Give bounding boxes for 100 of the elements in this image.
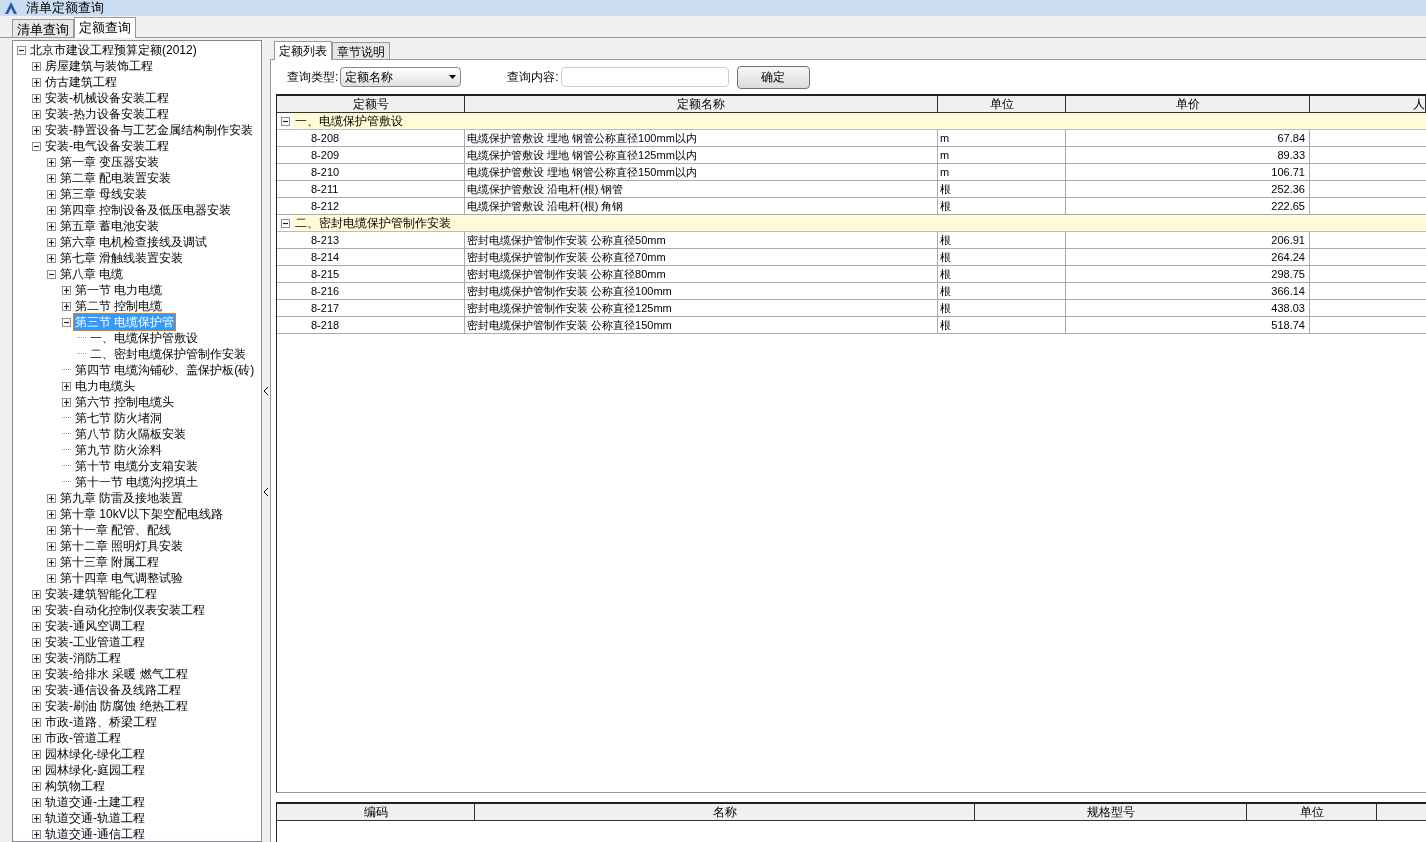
expand-icon[interactable] [32,701,41,711]
tree-item[interactable]: 安装-消防工程 [44,650,122,666]
tree-item[interactable]: 第九章 防雷及接地装置 [59,490,185,506]
collapse-icon[interactable] [32,141,41,151]
tree-item[interactable]: 一、电缆保护管敷设 [89,330,199,346]
expand-icon[interactable] [32,685,41,695]
tree-item[interactable]: 第十一节 电缆沟挖填土 [74,474,200,490]
column-header[interactable]: 单位 [1247,804,1377,820]
expand-icon[interactable] [32,797,41,807]
tree-item[interactable]: 市政-道路、桥梁工程 [44,714,158,730]
expand-icon[interactable] [32,717,41,727]
collapse-left-icon[interactable] [263,386,269,395]
collapse-icon[interactable] [47,269,56,279]
tree-item[interactable]: 安装-给排水 采暖 燃气工程 [44,666,189,682]
expand-icon[interactable] [47,573,56,583]
tree-item[interactable]: 第八节 防火隔板安装 [74,426,188,442]
expand-icon[interactable] [62,381,71,391]
expand-icon[interactable] [47,557,56,567]
expand-icon[interactable] [32,605,41,615]
search-field[interactable] [560,67,729,87]
tree-item[interactable]: 安装-刷油 防腐蚀 绝热工程 [44,698,189,714]
expand-icon[interactable] [32,109,41,119]
tree-item[interactable]: 安装-热力设备安装工程 [44,106,170,122]
tree-item[interactable]: 第二章 配电装置安装 [59,170,173,186]
expand-icon[interactable] [32,125,41,135]
tree-item[interactable]: 房屋建筑与装饰工程 [44,58,154,74]
expand-icon[interactable] [62,301,71,311]
collapse-icon[interactable] [62,317,71,327]
tab[interactable]: 定额列表 [274,41,332,60]
column-header[interactable]: 单价 [1066,96,1310,112]
expand-icon[interactable] [47,173,56,183]
tree-item[interactable]: 北京市建设工程预算定额(2012) [29,42,198,58]
expand-icon[interactable] [47,253,56,263]
tree-item[interactable]: 轨道交通-轨道工程 [44,810,146,826]
tree-item[interactable]: 第五章 蓄电池安装 [59,218,161,234]
expand-icon[interactable] [32,765,41,775]
expand-icon[interactable] [32,77,41,87]
expand-icon[interactable] [47,541,56,551]
tree-item[interactable]: 安装-自动化控制仪表安装工程 [44,602,206,618]
expand-icon[interactable] [32,93,41,103]
tree-item[interactable]: 仿古建筑工程 [44,74,118,90]
collapse-icon[interactable] [280,218,290,228]
tree-item[interactable]: 园林绿化-庭园工程 [44,762,146,778]
expand-icon[interactable] [47,157,56,167]
tree-item[interactable]: 第十二章 照明灯具安装 [59,538,185,554]
tree-item[interactable]: 第一节 电力电缆 [74,282,164,298]
tree-item[interactable]: 市政-管道工程 [44,730,122,746]
type-dropdown[interactable]: 定额名称 [340,67,462,87]
expand-icon[interactable] [32,829,41,839]
expand-icon[interactable] [47,237,56,247]
collapse-icon[interactable] [17,45,26,55]
tree-item[interactable]: 安装-静置设备与工艺金属结构制作安装 [44,122,254,138]
tree-item[interactable]: 电力电缆头 [74,378,136,394]
expand-icon[interactable] [32,669,41,679]
tree-item[interactable]: 第六章 电机检查接线及调试 [59,234,209,250]
tree-item[interactable]: 第四节 电缆沟铺砂、盖保护板(砖) [74,362,256,378]
tree-item[interactable]: 第二节 控制电缆 [74,298,164,314]
column-header[interactable]: 定额名称 [465,96,938,112]
column-header[interactable]: 人 [1310,96,1426,112]
tree-item[interactable]: 第七章 滑触线装置安装 [59,250,185,266]
column-header[interactable]: 名称 [475,804,975,820]
expand-icon[interactable] [47,509,56,519]
column-header[interactable]: 单位 [938,96,1066,112]
expand-icon[interactable] [62,397,71,407]
expand-icon[interactable] [47,189,56,199]
expand-icon[interactable] [32,653,41,663]
tree-item[interactable]: 第九节 防火涂料 [74,442,164,458]
group-row[interactable]: 一、电缆保护管敷设 [293,113,1426,129]
group-row[interactable]: 二、密封电缆保护管制作安装 [293,215,1426,231]
tab[interactable]: 定额查询 [74,17,136,38]
expand-icon[interactable] [32,589,41,599]
tree-item[interactable]: 第十一章 配管、配线 [59,522,173,538]
expand-icon[interactable] [32,813,41,823]
expand-icon[interactable] [32,637,41,647]
tree-item[interactable]: 安装-电气设备安装工程 [44,138,170,154]
tree-item[interactable]: 第七节 防火堵洞 [74,410,164,426]
tree-item[interactable]: 轨道交通-土建工程 [44,794,146,810]
tree-item[interactable]: 安装-工业管道工程 [44,634,146,650]
tree-item[interactable]: 第八章 电缆 [59,266,125,282]
tree-item[interactable]: 二、密封电缆保护管制作安装 [89,346,247,362]
expand-icon[interactable] [47,493,56,503]
tree-item[interactable]: 第十章 10kV以下架空配电线路 [59,506,224,522]
expand-icon[interactable] [47,525,56,535]
tree-item[interactable]: 安装-通信设备及线路工程 [44,682,182,698]
column-header[interactable]: 规格型号 [975,804,1247,820]
expand-icon[interactable] [32,781,41,791]
tree-item[interactable]: 安装-建筑智能化工程 [44,586,158,602]
confirm-button[interactable]: 确定 [736,65,810,89]
tree-item[interactable]: 园林绿化-绿化工程 [44,746,146,762]
tree-item[interactable]: 轨道交通-通信工程 [44,826,146,841]
tab[interactable]: 章节说明 [332,42,390,59]
tab[interactable]: 清单查询 [12,19,74,37]
expand-icon[interactable] [32,733,41,743]
expand-icon[interactable] [62,285,71,295]
column-header[interactable]: 编码 [277,804,475,820]
tree-item[interactable]: 安装-通风空调工程 [44,618,146,634]
expand-icon[interactable] [47,205,56,215]
collapse-icon[interactable] [280,116,290,126]
tree-item[interactable]: 第一章 变压器安装 [59,154,161,170]
tree-item[interactable]: 第四章 控制设备及低压电器安装 [59,202,233,218]
